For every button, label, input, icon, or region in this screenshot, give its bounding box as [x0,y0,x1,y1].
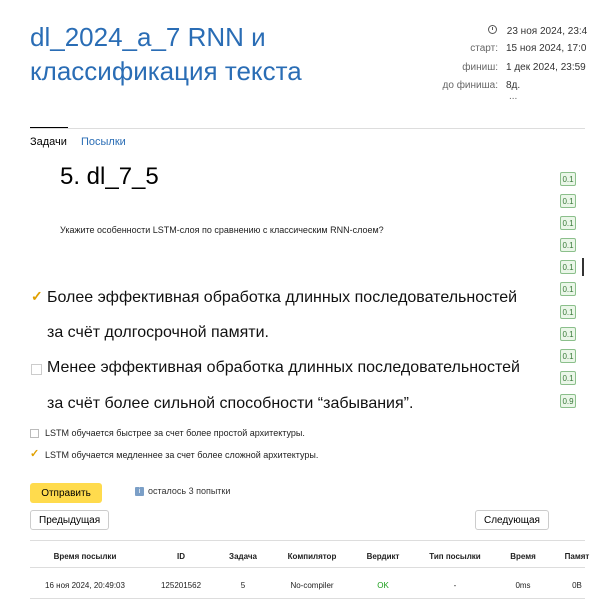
task-score-badge[interactable]: 0.9 [560,394,576,408]
task-score-badge[interactable]: 0.1 [560,282,576,296]
submission-time: 16 ноя 2024, 20:49:03 [45,581,125,590]
clock-icon [488,25,497,34]
option-3-checkbox[interactable] [30,429,39,439]
attempts-text: осталось 3 попытки [148,486,231,496]
until-finish-label: до финиша: [442,80,498,91]
option-2-checkbox[interactable] [31,364,42,375]
submission-compiler: No-compiler [290,581,334,590]
task-score-badge[interactable]: 0.1 [560,172,576,186]
column-header: Время [510,552,536,561]
column-header: Тип посылки [429,552,481,561]
table-bottom-divider [30,598,585,599]
option-3-label[interactable]: LSTM обучается быстрее за счет более про… [45,428,305,438]
option-2-line1[interactable]: Менее эффективная обработка длинных посл… [47,359,520,377]
start-value: 15 ноя 2024, 17:0 [506,43,587,54]
option-1-line1[interactable]: Более эффективная обработка длинных посл… [47,289,517,307]
column-header: Памят [564,552,590,561]
previous-button[interactable]: Предыдущая [30,510,110,530]
contest-time-now: 23 ноя 2024, 23:4 [488,25,587,37]
column-header: ID [177,552,185,561]
task-score-badge[interactable]: 0.1 [560,327,576,341]
option-4-checkbox[interactable] [30,447,39,461]
header-divider [30,128,585,129]
column-header: Задача [229,552,257,561]
submission-memory: 0B [572,581,582,590]
submission-verdict[interactable]: OK [377,581,389,590]
until-finish-value: 8д. [506,80,521,91]
finish-label: финиш: [462,62,498,73]
option-4[interactable]: LSTM обучается медленнее за счет более с… [30,447,318,461]
column-header: Компилятор [287,552,337,561]
task-question: Укажите особенности LSTM-слоя по сравнен… [60,225,384,235]
submission-type: - [453,581,457,590]
task-score-badge[interactable]: 0.1 [560,216,576,230]
option-2-line2[interactable]: за счёт более сильной способности “забыв… [47,395,413,413]
info-icon: i [135,487,144,497]
submission-task: 5 [240,581,246,590]
column-header: Вердикт [366,552,400,561]
task-score-badge[interactable]: 0.1 [560,238,576,252]
option-3[interactable]: LSTM обучается быстрее за счет более про… [30,428,305,439]
task-score-badge[interactable]: 0.1 [560,305,576,319]
task-score-badge[interactable]: 0.1 [560,260,576,274]
table-header-divider [30,567,585,568]
option-1-line2[interactable]: за счёт долгосрочной памяти. [47,324,269,342]
current-time: 23 ноя 2024, 23:4 [506,26,588,37]
submission-runtime: 0ms [515,581,531,590]
column-header: Время посылки [53,552,117,561]
option-4-label[interactable]: LSTM обучается медленнее за счет более с… [45,450,318,460]
contest-title: dl_2024_a_7 RNN и классификация текста [30,22,302,86]
more-indicator[interactable]: ... [509,91,517,102]
finish-value: 1 дек 2024, 23:59 [506,62,586,73]
task-score-badge[interactable]: 0.1 [560,371,576,385]
start-label: старт: [470,43,498,54]
submit-button[interactable]: Отправить [30,483,102,503]
next-button[interactable]: Следующая [475,510,549,530]
tab-submissions[interactable]: Посылки [81,136,126,148]
option-1-checkbox[interactable] [31,288,43,305]
current-task-marker [582,258,584,276]
task-title: 5. dl_7_5 [60,163,159,190]
tab-tasks[interactable]: Задачи [30,136,67,148]
attempts-info: i осталось 3 попытки [135,486,231,497]
submission-id[interactable]: 125201562 [161,581,201,590]
task-score-badge[interactable]: 0.1 [560,194,576,208]
task-score-badge[interactable]: 0.1 [560,349,576,363]
table-top-divider [30,540,585,541]
